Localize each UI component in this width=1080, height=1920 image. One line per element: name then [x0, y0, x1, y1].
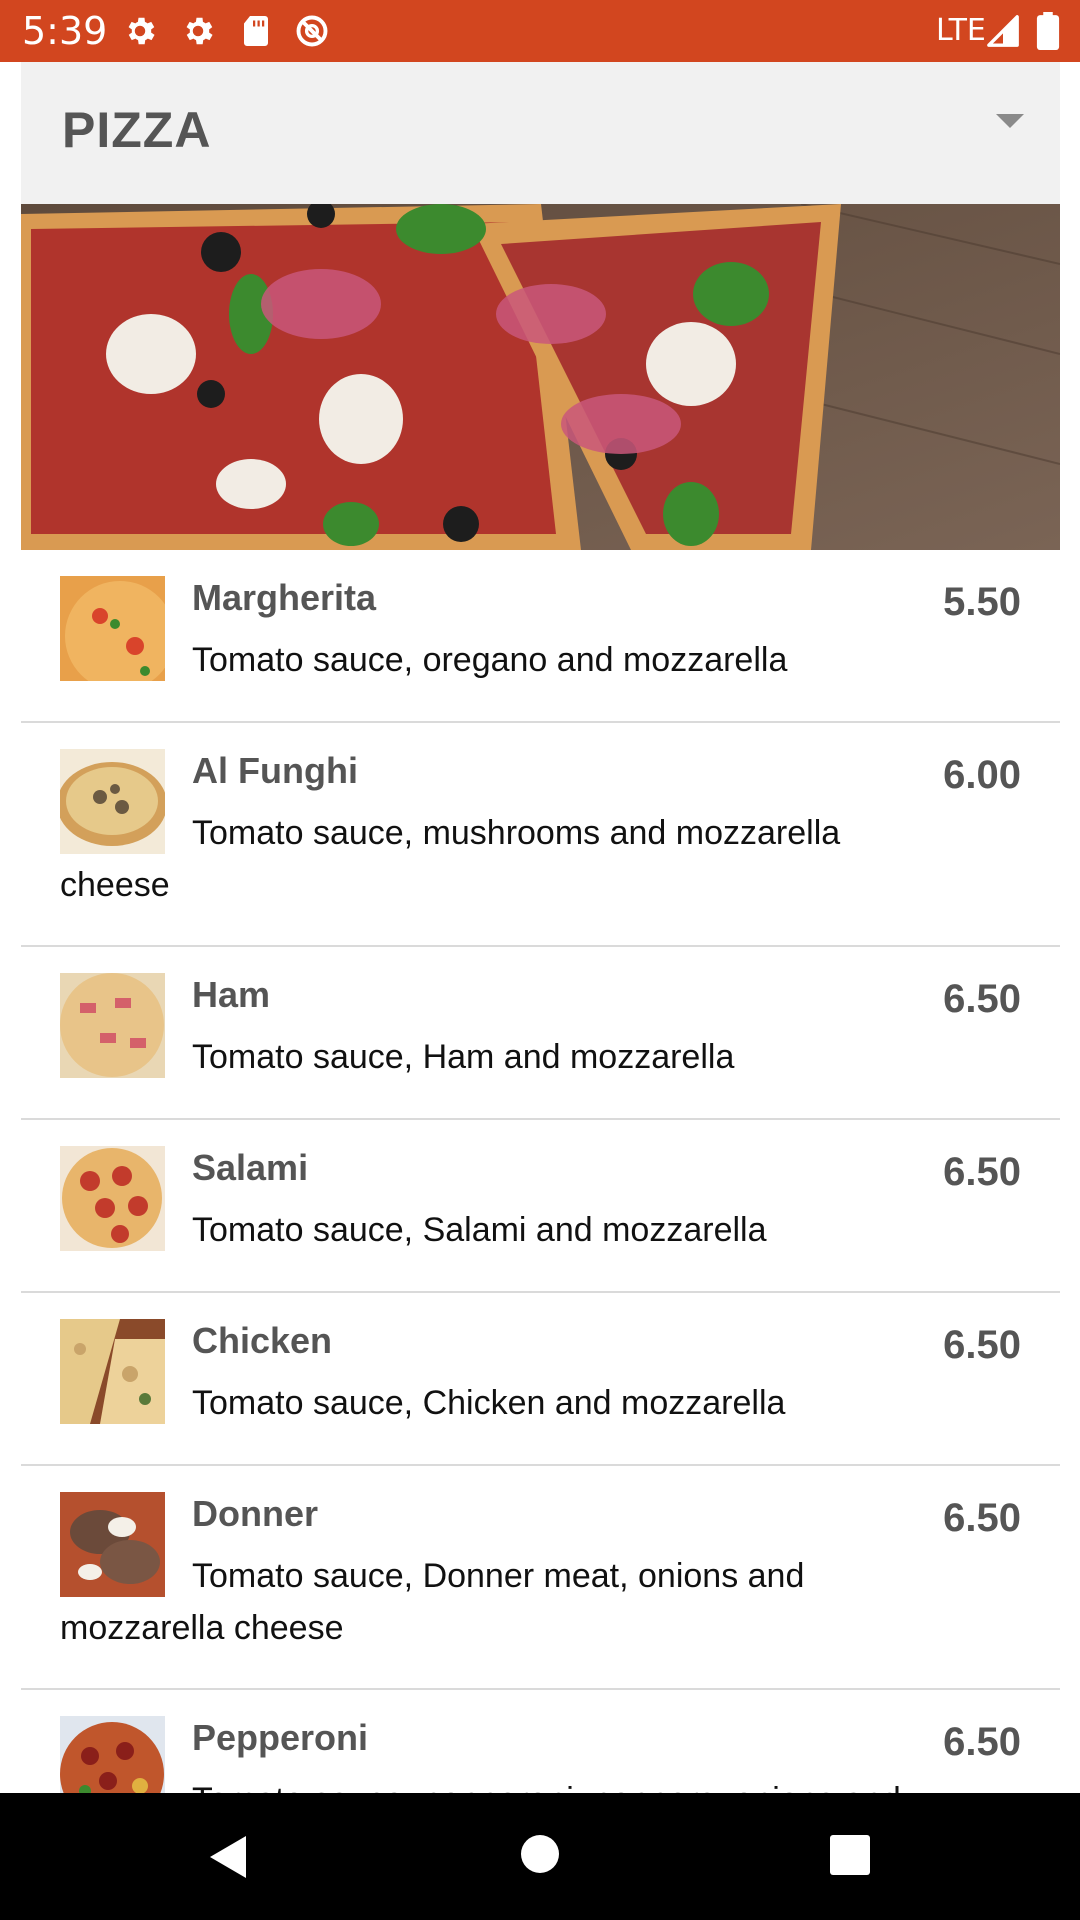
item-name: Salami [192, 1147, 309, 1188]
item-name: Ham [192, 974, 271, 1015]
category-title: PIZZA [62, 102, 212, 158]
status-time: 5:39 [22, 9, 108, 53]
item-description: Tomato sauce, pepperoni, peppers, onions… [60, 1774, 940, 1793]
navigation-bar [0, 1793, 1080, 1920]
chevron-down-icon[interactable] [996, 114, 1024, 128]
item-name: Donner [192, 1493, 318, 1534]
back-icon[interactable] [206, 1834, 252, 1880]
status-bar: 5:39 LTE [0, 0, 1080, 62]
item-name: Chicken [192, 1320, 333, 1361]
menu-item-al-funghi[interactable]: Al Funghi 6.00 Tomato sauce, mushrooms a… [21, 723, 1060, 947]
category-hero-image [21, 204, 1060, 550]
item-description: Tomato sauce, mushrooms and mozzarella c… [60, 814, 841, 904]
item-description: Tomato sauce, Ham and mozzarella [192, 1038, 735, 1076]
network-type: LTE [936, 13, 986, 48]
settings-icon [128, 17, 155, 45]
item-price: 6.50 [943, 977, 1021, 1021]
menu-item-salami[interactable]: Salami 6.50 Tomato sauce, Salami and moz… [21, 1120, 1060, 1293]
home-icon[interactable] [520, 1834, 560, 1874]
menu-item-donner[interactable]: Donner 6.50 Tomato sauce, Donner meat, o… [21, 1466, 1060, 1690]
item-price: 6.00 [943, 753, 1021, 797]
item-price: 5.50 [943, 580, 1021, 624]
item-price: 6.50 [943, 1496, 1021, 1540]
item-price: 6.50 [943, 1150, 1021, 1194]
pizza-hero-photo [21, 204, 1060, 550]
settings-icon [186, 17, 213, 45]
item-description: Tomato sauce, Donner meat, onions and mo… [60, 1557, 805, 1647]
signal-icon [987, 15, 1019, 47]
item-name: Al Funghi [192, 750, 358, 791]
item-price: 6.50 [943, 1323, 1021, 1367]
recents-icon[interactable] [830, 1835, 870, 1875]
menu-item-margherita[interactable]: Margherita 5.50 Tomato sauce, oregano an… [21, 550, 1060, 723]
item-name: Pepperoni [192, 1717, 369, 1758]
sd-card-icon [244, 16, 268, 46]
battery-icon [1036, 12, 1060, 50]
item-description: Tomato sauce, Salami and mozzarella [192, 1211, 767, 1249]
menu-item-pepperoni[interactable]: Pepperoni 6.50 Tomato sauce, pepperoni, … [21, 1690, 1060, 1793]
item-description: Tomato sauce, Chicken and mozzarella [192, 1384, 786, 1422]
item-description: Tomato sauce, oregano and mozzarella [192, 641, 788, 679]
menu-list[interactable]: Margherita 5.50 Tomato sauce, oregano an… [21, 550, 1060, 1793]
menu-item-ham[interactable]: Ham 6.50 Tomato sauce, Ham and mozzarell… [21, 947, 1060, 1120]
item-price: 6.50 [943, 1720, 1021, 1764]
menu-item-chicken[interactable]: Chicken 6.50 Tomato sauce, Chicken and m… [21, 1293, 1060, 1466]
do-not-disturb-icon [296, 15, 328, 47]
category-selector[interactable]: PIZZA [21, 62, 1060, 204]
item-name: Margherita [192, 577, 377, 618]
